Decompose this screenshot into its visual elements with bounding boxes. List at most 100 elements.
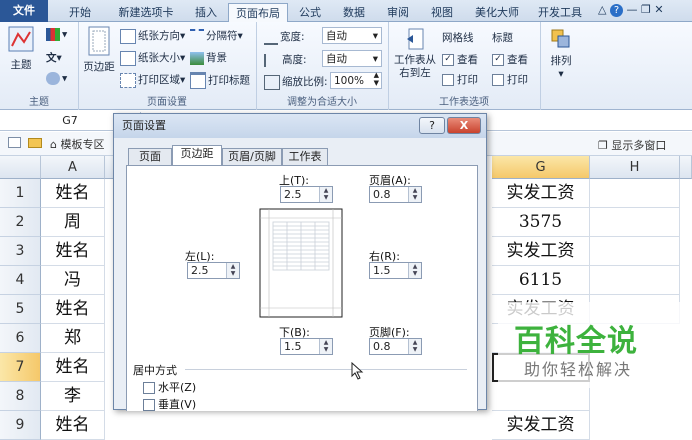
spinner-arrows-icon[interactable]: ▲ ▼ bbox=[319, 187, 332, 202]
scale-spinner[interactable]: 100% ▲ ▼ bbox=[330, 71, 382, 89]
spinner-arrows-icon[interactable]: ▲ ▼ bbox=[408, 339, 421, 354]
templates-link[interactable]: ⌂ 模板专区 bbox=[50, 136, 104, 152]
colors-icon bbox=[46, 28, 60, 41]
gridlines-print-checkbox[interactable]: 打印 bbox=[442, 72, 478, 87]
scale-icon bbox=[264, 74, 280, 90]
row-header[interactable]: 5 bbox=[0, 295, 41, 324]
bottom-margin-spinner[interactable]: 1.5 ▲ ▼ bbox=[280, 338, 333, 355]
cell-g[interactable]: 3575 bbox=[492, 208, 590, 237]
cell-a[interactable]: 姓名 bbox=[41, 237, 105, 266]
horizontal-checkbox[interactable]: 水平(Z) bbox=[143, 379, 196, 395]
spinner-arrows-icon[interactable]: ▲ ▼ bbox=[408, 263, 421, 278]
minimize-icon[interactable]: — bbox=[626, 3, 637, 16]
cell-g[interactable]: 实发工资 bbox=[492, 411, 590, 440]
tab-new[interactable]: 新建选项卡 bbox=[108, 3, 184, 22]
mouse-cursor-icon bbox=[351, 362, 364, 380]
row-header[interactable]: 1 bbox=[0, 179, 41, 208]
print-area-button[interactable]: 打印区域▾ bbox=[120, 72, 185, 88]
minimize-ribbon-icon[interactable]: △ bbox=[598, 3, 606, 16]
restore-icon[interactable]: ❐ bbox=[641, 3, 651, 16]
header-margin-spinner[interactable]: 0.8 ▲ ▼ bbox=[369, 186, 422, 203]
headings-print-checkbox[interactable]: 打印 bbox=[492, 72, 528, 87]
multi-window-button[interactable]: ❐ 显示多窗口 bbox=[598, 137, 666, 153]
row-header[interactable]: 9 bbox=[0, 411, 41, 440]
rtl-button[interactable]: 工作表从右到左 bbox=[392, 28, 438, 80]
arrange-button[interactable]: 排列 ▾ bbox=[546, 28, 576, 80]
tab-page-layout[interactable]: 页面布局 bbox=[228, 3, 288, 24]
close-icon[interactable]: ✕ bbox=[654, 3, 663, 16]
cell-a[interactable]: 冯 bbox=[41, 266, 105, 295]
cell-h[interactable] bbox=[590, 266, 680, 295]
right-margin-spinner[interactable]: 1.5 ▲ ▼ bbox=[369, 262, 422, 279]
cell-h[interactable] bbox=[590, 208, 680, 237]
size-button[interactable]: 纸张大小▾ bbox=[120, 50, 185, 66]
headings-view-checkbox[interactable]: ✓ 查看 bbox=[492, 52, 528, 67]
row-header[interactable]: 3 bbox=[0, 237, 41, 266]
theme-colors-button[interactable]: ▾ bbox=[46, 28, 67, 41]
tab-developer[interactable]: 开发工具 bbox=[532, 3, 588, 22]
theme-fonts-button[interactable]: 文▾ bbox=[46, 50, 62, 65]
tab-page[interactable]: 页面 bbox=[128, 148, 172, 165]
tab-formulas[interactable]: 公式 bbox=[290, 3, 330, 22]
margins-button[interactable]: 页边距 bbox=[82, 26, 116, 74]
spinner-arrows-icon[interactable]: ▲ ▼ bbox=[226, 263, 239, 278]
headings-title: 标题 bbox=[492, 32, 513, 44]
tab-sheet[interactable]: 工作表 bbox=[282, 148, 328, 165]
spinner-arrows-icon[interactable]: ▲ ▼ bbox=[408, 187, 421, 202]
row-header[interactable]: 6 bbox=[0, 324, 41, 353]
cell-a[interactable]: 姓名 bbox=[41, 179, 105, 208]
arrange-icon bbox=[551, 29, 570, 48]
help-icon[interactable]: ? bbox=[609, 4, 623, 17]
tab-review[interactable]: 审阅 bbox=[378, 3, 418, 22]
cell-a[interactable]: 姓名 bbox=[41, 295, 105, 324]
row-header[interactable]: 2 bbox=[0, 208, 41, 237]
row-header[interactable]: 8 bbox=[0, 382, 41, 411]
document-icon[interactable] bbox=[8, 137, 21, 148]
cell-a[interactable]: 姓名 bbox=[41, 353, 105, 382]
tab-home[interactable]: 开始 bbox=[56, 3, 104, 22]
tab-view[interactable]: 视图 bbox=[422, 3, 462, 22]
spinner-arrows-icon[interactable]: ▲ ▼ bbox=[319, 339, 332, 354]
orientation-icon bbox=[120, 28, 136, 44]
top-margin-spinner[interactable]: 2.5 ▲ ▼ bbox=[280, 186, 333, 203]
help-button[interactable]: ? bbox=[419, 117, 445, 134]
column-header-a[interactable]: A bbox=[41, 156, 105, 179]
gridlines-view-checkbox[interactable]: ✓ 查看 bbox=[442, 52, 478, 67]
column-header-h[interactable]: H bbox=[590, 156, 680, 179]
folder-icon[interactable] bbox=[28, 138, 42, 148]
cell-g[interactable]: 实发工资 bbox=[492, 179, 590, 208]
select-all-corner[interactable] bbox=[0, 156, 41, 179]
background-icon bbox=[190, 51, 204, 65]
cell-h[interactable] bbox=[590, 237, 680, 266]
cell-a[interactable]: 郑 bbox=[41, 324, 105, 353]
height-combo[interactable]: 自动 ▾ bbox=[322, 50, 382, 67]
tab-file[interactable]: 文件 bbox=[0, 0, 48, 22]
left-margin-spinner[interactable]: 2.5 ▲ ▼ bbox=[187, 262, 240, 279]
column-header-g[interactable]: G bbox=[492, 156, 590, 179]
cell-a[interactable]: 姓名 bbox=[41, 411, 105, 440]
theme-effects-button[interactable]: ▾ bbox=[46, 72, 67, 85]
cell-a[interactable]: 李 bbox=[41, 382, 105, 411]
tab-beautify[interactable]: 美化大师 bbox=[466, 3, 528, 22]
gridlines-title: 网格线 bbox=[442, 32, 474, 44]
width-combo[interactable]: 自动 ▾ bbox=[322, 27, 382, 44]
background-button[interactable]: 背景 bbox=[190, 50, 227, 65]
orientation-button[interactable]: 纸张方向▾ bbox=[120, 28, 185, 44]
cell-g[interactable]: 实发工资 bbox=[492, 237, 590, 266]
tab-margins[interactable]: 页边距 bbox=[172, 145, 222, 166]
cell-a[interactable]: 周 bbox=[41, 208, 105, 237]
tab-insert[interactable]: 插入 bbox=[186, 3, 226, 22]
theme-icon bbox=[8, 26, 34, 52]
print-titles-button[interactable]: 打印标题 bbox=[190, 72, 250, 89]
column-header-i[interactable] bbox=[680, 156, 692, 179]
tab-data[interactable]: 数据 bbox=[334, 3, 374, 22]
cell-h[interactable] bbox=[590, 179, 680, 208]
theme-button[interactable]: 主题 bbox=[6, 26, 36, 72]
close-button[interactable]: X bbox=[447, 117, 481, 134]
cell-g[interactable]: 6115 bbox=[492, 266, 590, 295]
row-header[interactable]: 4 bbox=[0, 266, 41, 295]
footer-margin-spinner[interactable]: 0.8 ▲ ▼ bbox=[369, 338, 422, 355]
tab-header-footer[interactable]: 页眉/页脚 bbox=[222, 148, 282, 165]
breaks-button[interactable]: 分隔符▾ bbox=[190, 28, 243, 44]
row-header[interactable]: 7 bbox=[0, 353, 41, 382]
